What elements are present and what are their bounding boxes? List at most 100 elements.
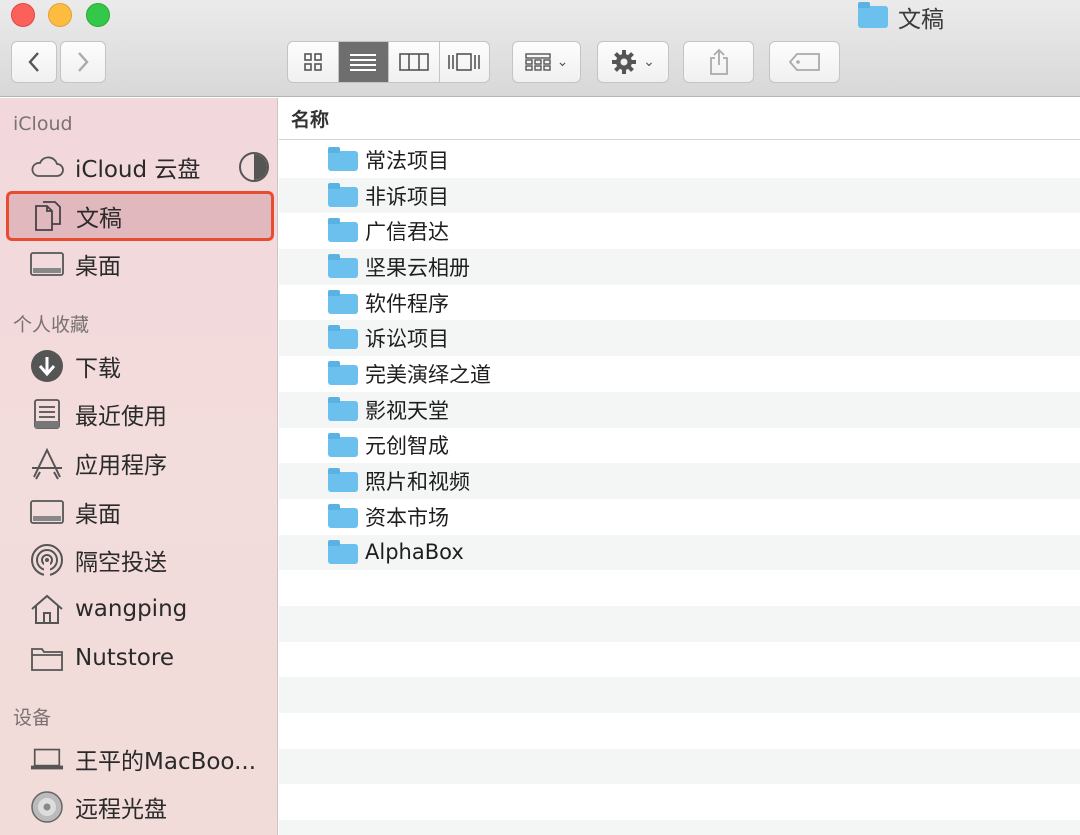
column-header-name[interactable]: 名称 [279,98,1080,140]
sidebar-item-remote-disc[interactable]: 远程光盘 [0,784,278,830]
folder-icon [328,503,358,528]
file-name: 软件程序 [365,291,449,316]
sidebar-item-macbook[interactable]: 王平的MacBoo... [0,736,278,782]
file-name: AlphaBox [365,540,464,565]
sidebar-item-desktop-2[interactable]: 桌面 [0,489,278,535]
folder-icon [328,539,358,564]
file-row[interactable]: 照片和视频 [279,463,1080,499]
list-view-button[interactable] [338,42,389,82]
file-row[interactable]: 常法项目 [279,142,1080,178]
share-button[interactable] [683,41,754,83]
applications-icon [30,446,64,480]
folder-icon [328,218,358,243]
file-row[interactable]: 完美演绎之道 [279,356,1080,392]
folder-icon [328,396,358,421]
close-window-button[interactable] [11,3,35,27]
empty-row [279,820,1080,835]
column-view-icon [398,53,429,71]
sidebar-item-label: 应用程序 [75,453,167,479]
chevron-down-icon: ⌄ [556,54,569,70]
sidebar-item-label: 文稿 [76,206,122,232]
sidebar: iCloud iCloud 云盘 文稿 桌面 个人收藏 下载 最近使用 应用程序… [0,98,278,835]
sidebar-item-icloud-drive[interactable]: iCloud 云盘 [0,144,278,190]
folder-icon [328,289,358,314]
empty-row [279,677,1080,713]
recents-icon [30,397,64,431]
file-row[interactable]: 非诉项目 [279,177,1080,214]
download-icon [30,349,64,383]
cover-flow-icon [448,53,481,71]
sidebar-item-airdrop[interactable]: 隔空投送 [0,537,278,583]
file-rows: 常法项目 非诉项目 广信君达 坚果云相册 软件程序 诉讼项目 完美演绎之道 影视… [279,142,1080,835]
folder-icon [858,2,888,28]
empty-row [279,784,1080,820]
sidebar-section-favorites: 个人收藏 [13,314,90,336]
folder-icon [328,254,358,279]
icloud-usage-icon[interactable] [239,152,269,182]
sidebar-item-documents[interactable]: 文稿 [6,191,274,241]
disc-icon [30,790,64,824]
sidebar-item-label: iCloud 云盘 [75,157,201,183]
file-row[interactable]: 诉讼项目 [279,320,1080,357]
chevron-left-icon [28,52,39,72]
sidebar-item-label: 远程光盘 [75,797,167,823]
file-row[interactable]: 影视天堂 [279,391,1080,428]
tag-button[interactable] [769,41,840,83]
back-button[interactable] [11,41,57,83]
folder-icon [328,361,358,386]
sidebar-section-icloud: iCloud [13,113,73,135]
sidebar-item-nutstore[interactable]: Nutstore [0,635,278,681]
airdrop-icon [30,543,64,577]
forward-button[interactable] [60,41,106,83]
chevron-down-icon: ⌄ [643,54,655,70]
share-icon [709,48,728,75]
window-title: 文稿 [858,2,944,33]
folder-icon [328,468,358,493]
file-row[interactable]: 资本市场 [279,499,1080,535]
sidebar-item-label: wangping [75,596,188,622]
file-name: 坚果云相册 [365,255,470,280]
minimize-window-button[interactable] [48,3,72,27]
file-name: 常法项目 [365,148,449,173]
sidebar-section-devices: 设备 [13,707,52,729]
gear-icon [612,50,637,74]
view-mode-control [287,41,490,83]
home-icon [30,592,64,626]
list-view-icon [350,54,377,71]
column-header-label: 名称 [291,109,330,131]
window-title-text: 文稿 [898,7,944,33]
folder-icon [328,432,358,457]
file-name: 完美演绎之道 [365,362,491,387]
sidebar-item-label: 最近使用 [75,404,167,430]
file-name: 资本市场 [365,505,449,530]
sidebar-item-label: 桌面 [75,254,121,280]
cover-flow-view-button[interactable] [440,42,490,82]
cloud-icon [30,150,64,184]
sidebar-item-home[interactable]: wangping [0,586,278,632]
sidebar-item-recents[interactable]: 最近使用 [0,391,278,437]
sidebar-item-downloads[interactable]: 下载 [0,343,278,389]
icon-view-button[interactable] [288,42,339,82]
action-button[interactable]: ⌄ [597,41,669,83]
file-name: 影视天堂 [365,398,449,423]
file-row[interactable]: 广信君达 [279,213,1080,249]
sidebar-item-desktop[interactable]: 桌面 [0,241,278,287]
tag-icon [788,53,820,71]
chevron-right-icon [78,52,89,72]
column-view-button[interactable] [389,42,440,82]
arrange-grid-icon [524,53,551,71]
sidebar-item-applications[interactable]: 应用程序 [0,440,278,486]
arrange-button[interactable]: ⌄ [512,41,581,83]
zoom-window-button[interactable] [86,3,110,27]
sidebar-item-label: 王平的MacBoo... [75,749,257,775]
file-row[interactable]: AlphaBox [279,534,1080,571]
file-row[interactable]: 坚果云相册 [279,249,1080,285]
folder-icon [30,641,64,675]
laptop-icon [30,742,64,776]
sidebar-item-label: 隔空投送 [75,550,167,576]
empty-row [279,605,1080,642]
document-icon [31,199,65,233]
sidebar-item-label: 桌面 [75,502,121,528]
file-row[interactable]: 元创智成 [279,428,1080,464]
file-row[interactable]: 软件程序 [279,285,1080,321]
